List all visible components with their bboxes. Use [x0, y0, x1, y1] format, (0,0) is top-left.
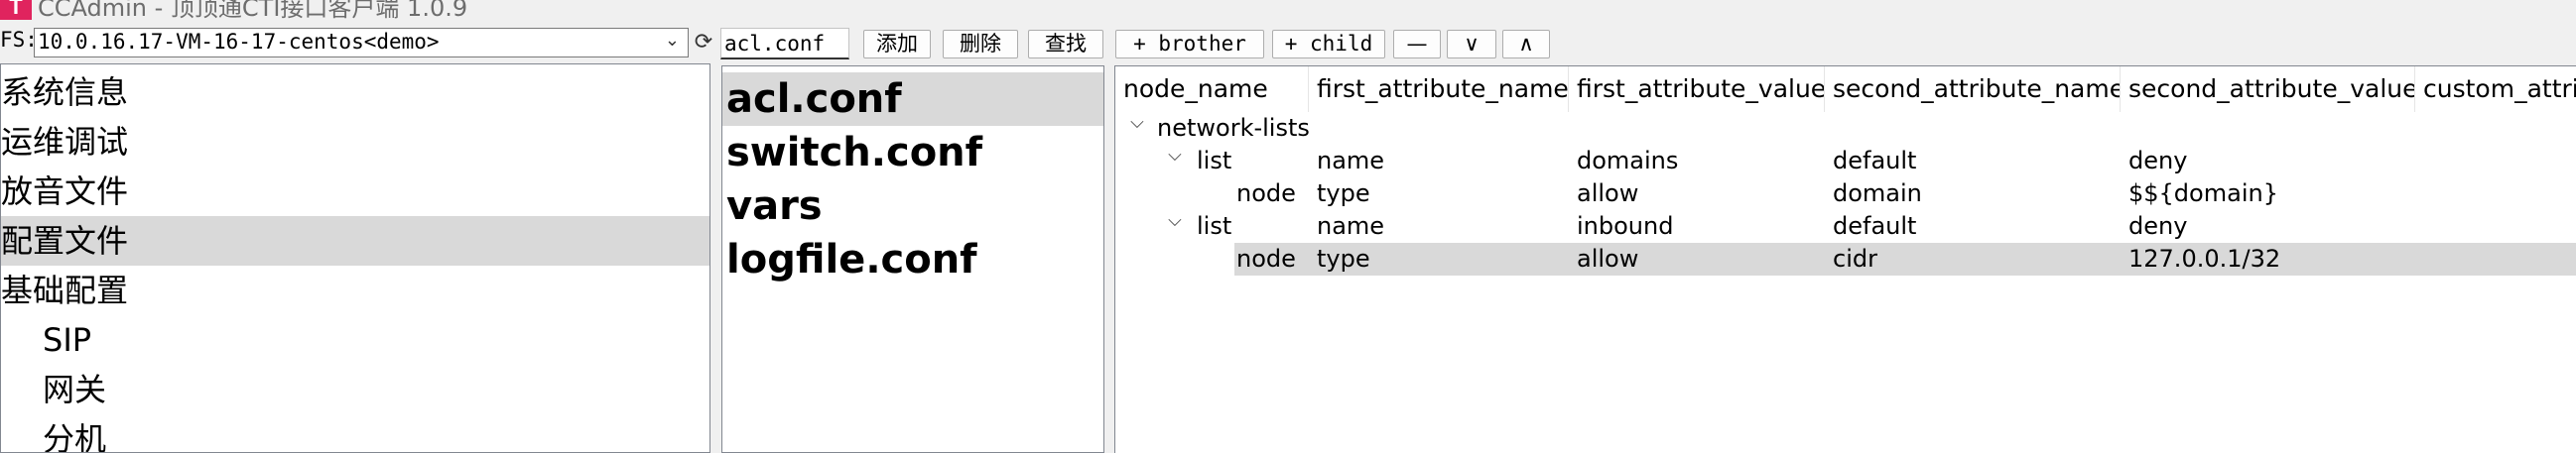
node-name-cell: list	[1197, 147, 1232, 174]
fs-server-select[interactable]: 10.0.16.17-VM-16-17-centos<demo> ⌄	[34, 28, 689, 57]
chevron-down-icon: ⌄	[664, 30, 680, 51]
nav-item-sip[interactable]: SIP	[1, 315, 709, 365]
nav-item-label: SIP	[43, 321, 92, 359]
nav-item-label: 基础配置	[1, 272, 129, 309]
chevron-down-icon[interactable]: ⌵	[1125, 112, 1149, 145]
nav-item-label: 系统信息	[1, 73, 129, 111]
column-header-first-attribute-value[interactable]: first_attribute_value	[1569, 66, 1825, 112]
nav-item-label: 运维调试	[1, 123, 129, 161]
refresh-icon[interactable]: ⟳	[691, 28, 716, 57]
nav-item-basic-config[interactable]: 基础配置	[1, 266, 709, 315]
node-name-cell: list	[1197, 212, 1232, 240]
tree-row-selected[interactable]: node type allow cidr 127.0.0.1/32	[1115, 243, 2576, 276]
nav-panel: 系统信息 运维调试 放音文件 配置文件 基础配置 SIP 网关 分机	[0, 63, 710, 453]
add-button[interactable]: 添加	[863, 30, 931, 58]
second-attribute-value-cell: 127.0.0.1/32	[2128, 245, 2281, 273]
move-up-button[interactable]: ∧	[1502, 30, 1550, 58]
file-item-switch-conf[interactable]: switch.conf	[722, 126, 1103, 179]
file-item-vars[interactable]: vars	[722, 179, 1103, 233]
column-header-custom-attribute[interactable]: custom_attribute	[2415, 66, 2576, 112]
second-attribute-name-cell: domain	[1833, 179, 1922, 207]
second-attribute-name-cell: default	[1833, 212, 1917, 240]
column-header-first-attribute-name[interactable]: first_attribute_name	[1309, 66, 1569, 112]
chevron-down-icon[interactable]: ⌵	[1163, 210, 1187, 243]
tree-row[interactable]: ⌵ list name inbound default deny	[1115, 210, 2576, 243]
nav-item-label: 配置文件	[1, 222, 129, 260]
row-selection-highlight	[1234, 243, 2576, 276]
delete-button[interactable]: 删除	[943, 30, 1018, 58]
nav-item-label: 放音文件	[1, 172, 129, 210]
first-attribute-value-cell: allow	[1577, 245, 1639, 273]
add-child-button[interactable]: + child	[1272, 30, 1385, 58]
nav-item-config-files[interactable]: 配置文件	[1, 216, 709, 266]
nav-item-audio-files[interactable]: 放音文件	[1, 167, 709, 216]
title-bar: T CCAdmin - 顶顶通CTI接口客户端 1.0.9	[0, 0, 2576, 24]
file-item-logfile-conf[interactable]: logfile.conf	[722, 233, 1103, 286]
app-window: T CCAdmin - 顶顶通CTI接口客户端 1.0.9 FS: 10.0.1…	[0, 0, 2576, 453]
tree-row[interactable]: node type allow domain $${domain}	[1115, 177, 2576, 210]
file-name-input[interactable]	[720, 28, 849, 59]
nav-item-label: 网关	[43, 371, 107, 408]
second-attribute-name-cell: cidr	[1833, 245, 1877, 273]
first-attribute-name-cell: name	[1317, 147, 1385, 174]
node-name-cell: node	[1236, 179, 1296, 207]
nav-item-ops-debug[interactable]: 运维调试	[1, 117, 709, 167]
first-attribute-value-cell: inbound	[1577, 212, 1674, 240]
second-attribute-value-cell: deny	[2128, 147, 2188, 174]
add-brother-button[interactable]: + brother	[1115, 30, 1264, 58]
file-item-acl-conf[interactable]: acl.conf	[722, 72, 1103, 126]
first-attribute-name-cell: type	[1317, 179, 1370, 207]
file-list-panel: acl.conf switch.conf vars logfile.conf	[721, 65, 1104, 453]
find-button[interactable]: 查找	[1028, 30, 1103, 58]
nav-item-system-info[interactable]: 系统信息	[1, 67, 709, 117]
second-attribute-value-cell: deny	[2128, 212, 2188, 240]
nav-item-label: 分机	[43, 420, 107, 453]
first-attribute-name-cell: type	[1317, 245, 1370, 273]
node-name-cell: network-lists	[1157, 114, 1310, 142]
config-tree-grid: node_name first_attribute_name first_att…	[1114, 65, 2576, 453]
move-down-button[interactable]: ∨	[1447, 30, 1496, 58]
first-attribute-value-cell: domains	[1577, 147, 1679, 174]
tree-row[interactable]: ⌵ list name domains default deny	[1115, 145, 2576, 177]
column-header-second-attribute-value[interactable]: second_attribute_value	[2121, 66, 2415, 112]
app-logo-icon: T	[0, 0, 32, 20]
node-name-cell: node	[1236, 245, 1296, 273]
fs-server-value: 10.0.16.17-VM-16-17-centos<demo>	[38, 30, 440, 54]
window-title: CCAdmin - 顶顶通CTI接口客户端 1.0.9	[38, 0, 468, 22]
second-attribute-name-cell: default	[1833, 147, 1917, 174]
first-attribute-name-cell: name	[1317, 212, 1385, 240]
remove-node-button[interactable]: —	[1393, 30, 1441, 58]
nav-item-gateway[interactable]: 网关	[1, 365, 709, 414]
first-attribute-value-cell: allow	[1577, 179, 1639, 207]
column-header-second-attribute-name[interactable]: second_attribute_name	[1825, 66, 2121, 112]
nav-item-extension[interactable]: 分机	[1, 414, 709, 453]
tree-row[interactable]: ⌵ network-lists	[1115, 112, 2576, 145]
second-attribute-value-cell: $${domain}	[2128, 179, 2278, 207]
fs-label: FS:	[0, 28, 38, 52]
column-header-node-name[interactable]: node_name	[1115, 66, 1309, 112]
chevron-down-icon[interactable]: ⌵	[1163, 145, 1187, 177]
